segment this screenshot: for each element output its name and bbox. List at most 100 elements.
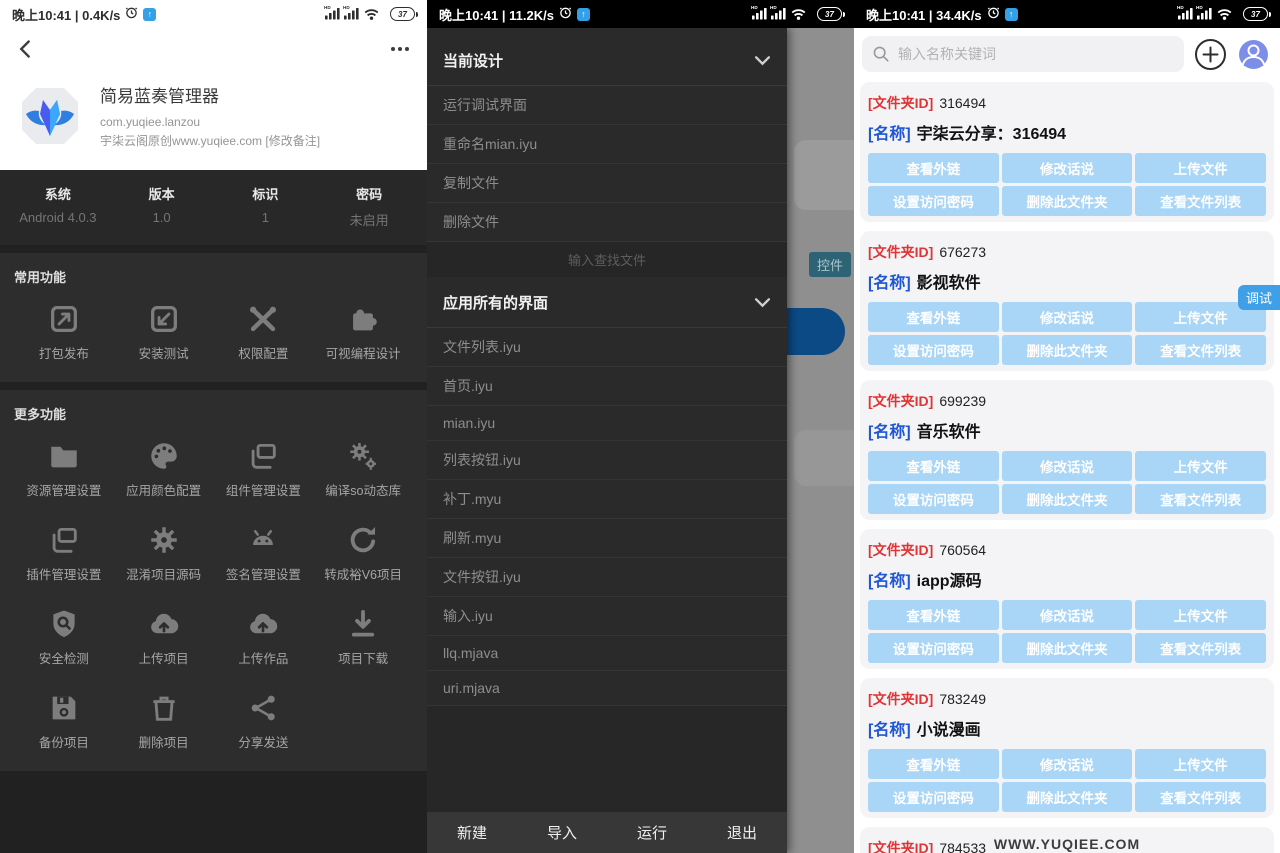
drawer-action-button[interactable]: 退出 (697, 822, 787, 843)
folder-action-button[interactable]: 查看文件列表 (1135, 186, 1266, 216)
folder-name-label: [名称] (868, 722, 911, 739)
feature-item[interactable]: 安全检测 (14, 607, 114, 667)
info-label: 密码 (317, 184, 421, 203)
folder-action-button[interactable]: 查看文件列表 (1135, 633, 1266, 663)
folder-action-button[interactable]: 上传文件 (1135, 749, 1266, 779)
feature-item[interactable]: 项目下载 (313, 607, 413, 667)
drawer-menu-item[interactable]: 运行调试界面 (427, 86, 787, 125)
drawer-menu-item[interactable]: 文件按钮.iyu (427, 558, 787, 597)
search-header: 输入名称关键词 (854, 28, 1280, 82)
feature-item[interactable]: 分享发送 (214, 691, 314, 751)
folder-action-button[interactable]: 设置访问密码 (868, 186, 999, 216)
feature-item[interactable]: 备份项目 (14, 691, 114, 751)
folder-action-button[interactable]: 上传文件 (1135, 600, 1266, 630)
folder-action-button[interactable]: 查看文件列表 (1135, 782, 1266, 812)
folder-action-button[interactable]: 设置访问密码 (868, 782, 999, 812)
app-note[interactable]: 宇柒云阁原创www.yuqiee.com [修改备注] (100, 132, 320, 151)
more-menu-icon[interactable] (391, 47, 409, 51)
drawer-menu-item[interactable]: 补丁.myu (427, 480, 787, 519)
folder-action-button[interactable]: 修改话说 (1002, 600, 1133, 630)
folder-action-button[interactable]: 删除此文件夹 (1002, 484, 1133, 514)
debug-float-tag[interactable]: 调试 (1238, 285, 1280, 310)
background-blue-button[interactable] (787, 308, 845, 355)
feature-item[interactable]: 应用颜色配置 (114, 439, 214, 499)
upload-status-icon: ↑ (143, 8, 156, 21)
info-label: 系统 (6, 184, 110, 203)
feature-item[interactable]: 上传作品 (214, 607, 314, 667)
feature-label: 上传项目 (139, 648, 189, 667)
folder-action-button[interactable]: 查看外链 (868, 153, 999, 183)
folder-action-button[interactable]: 删除此文件夹 (1002, 335, 1133, 365)
folder-card: [文件夹ID]699239 [名称]音乐软件 查看外链修改话说上传文件 设置访问… (860, 380, 1274, 520)
header-title: 当前设计 (443, 50, 503, 71)
folder-action-button[interactable]: 修改话说 (1002, 451, 1133, 481)
folder-action-button[interactable]: 查看外链 (868, 600, 999, 630)
folder-action-button[interactable]: 设置访问密码 (868, 484, 999, 514)
folder-action-button[interactable]: 上传文件 (1135, 153, 1266, 183)
drawer-menu-item[interactable]: 列表按钮.iyu (427, 441, 787, 480)
drawer-menu-item[interactable]: 删除文件 (427, 203, 787, 242)
all-pages-header[interactable]: 应用所有的界面 (427, 277, 787, 328)
control-float-tag[interactable]: 控件 (809, 252, 851, 277)
palette-icon (147, 439, 181, 473)
feature-item[interactable]: 资源管理设置 (14, 439, 114, 499)
feature-item[interactable]: 上传项目 (114, 607, 214, 667)
feature-item[interactable]: 签名管理设置 (214, 523, 314, 583)
feature-item[interactable]: 安装测试 (114, 302, 214, 362)
folder-id-line: [文件夹ID]699239 (868, 391, 1266, 411)
feature-item[interactable]: 插件管理设置 (14, 523, 114, 583)
folder-action-button[interactable]: 设置访问密码 (868, 335, 999, 365)
drawer-menu-item[interactable]: uri.mjava (427, 671, 787, 706)
drawer-menu-item[interactable]: mian.iyu (427, 406, 787, 441)
feature-item[interactable]: 组件管理设置 (214, 439, 314, 499)
avatar[interactable] (1237, 38, 1270, 71)
folder-action-button[interactable]: 查看文件列表 (1135, 335, 1266, 365)
feature-item[interactable]: 混淆项目源码 (114, 523, 214, 583)
drawer-menu-item[interactable]: llq.mjava (427, 636, 787, 671)
feature-label: 权限配置 (238, 343, 288, 362)
folder-id-label: [文件夹ID] (868, 95, 933, 111)
drawer-menu-item[interactable]: 刷新.myu (427, 519, 787, 558)
current-design-header[interactable]: 当前设计 (427, 28, 787, 86)
feature-item[interactable]: 打包发布 (14, 302, 114, 362)
feature-label: 组件管理设置 (226, 480, 301, 499)
drawer-action-button[interactable]: 运行 (607, 822, 697, 843)
folder-action-button[interactable]: 上传文件 (1135, 451, 1266, 481)
drawer-menu-item[interactable]: 输入.iyu (427, 597, 787, 636)
folder-action-button[interactable]: 查看外链 (868, 451, 999, 481)
drawer-action-button[interactable]: 导入 (517, 822, 607, 843)
folder-action-button[interactable]: 修改话说 (1002, 153, 1133, 183)
folder-action-button[interactable]: 查看文件列表 (1135, 484, 1266, 514)
feature-item[interactable]: 权限配置 (214, 302, 314, 362)
feature-item[interactable]: 转成裕V6项目 (313, 523, 413, 583)
back-icon[interactable] (18, 39, 33, 59)
folder-action-button[interactable]: 删除此文件夹 (1002, 633, 1133, 663)
folder-action-button[interactable]: 修改话说 (1002, 302, 1133, 332)
drawer-menu-item[interactable]: 文件列表.iyu (427, 328, 787, 367)
feature-label: 应用颜色配置 (126, 480, 201, 499)
folder-action-button[interactable]: 查看外链 (868, 749, 999, 779)
status-bar: 晚上10:41 | 0.4K/s ↑ HD HD 37 (0, 0, 427, 28)
drawer-menu-item[interactable]: 重命名mian.iyu (427, 125, 787, 164)
drawer-empty-area (427, 706, 787, 812)
search-input[interactable]: 输入名称关键词 (862, 36, 1184, 72)
folder-action-button[interactable]: 修改话说 (1002, 749, 1133, 779)
feature-item[interactable]: 编译so动态库 (313, 439, 413, 499)
feature-label: 插件管理设置 (26, 564, 101, 583)
find-file-input[interactable]: 输入查找文件 (427, 242, 787, 277)
folder-buttons-row: 查看外链修改话说上传文件 (868, 153, 1266, 183)
feature-item[interactable]: 删除项目 (114, 691, 214, 751)
add-folder-button[interactable] (1194, 38, 1227, 71)
menu-item-label: 刷新.myu (443, 530, 501, 546)
feature-item[interactable]: 可视编程设计 (313, 302, 413, 362)
feature-label: 混淆项目源码 (126, 564, 201, 583)
folder-action-button[interactable]: 删除此文件夹 (1002, 782, 1133, 812)
folder-action-button[interactable]: 设置访问密码 (868, 633, 999, 663)
folder-card-list: [文件夹ID]316494 [名称]宇柒云分享：316494 查看外链修改话说上… (854, 82, 1280, 853)
folder-action-button[interactable]: 查看外链 (868, 302, 999, 332)
drawer-action-button[interactable]: 新建 (427, 822, 517, 843)
menu-item-label: llq.mjava (443, 645, 498, 661)
folder-action-button[interactable]: 删除此文件夹 (1002, 186, 1133, 216)
drawer-menu-item[interactable]: 首页.iyu (427, 367, 787, 406)
drawer-menu-item[interactable]: 复制文件 (427, 164, 787, 203)
